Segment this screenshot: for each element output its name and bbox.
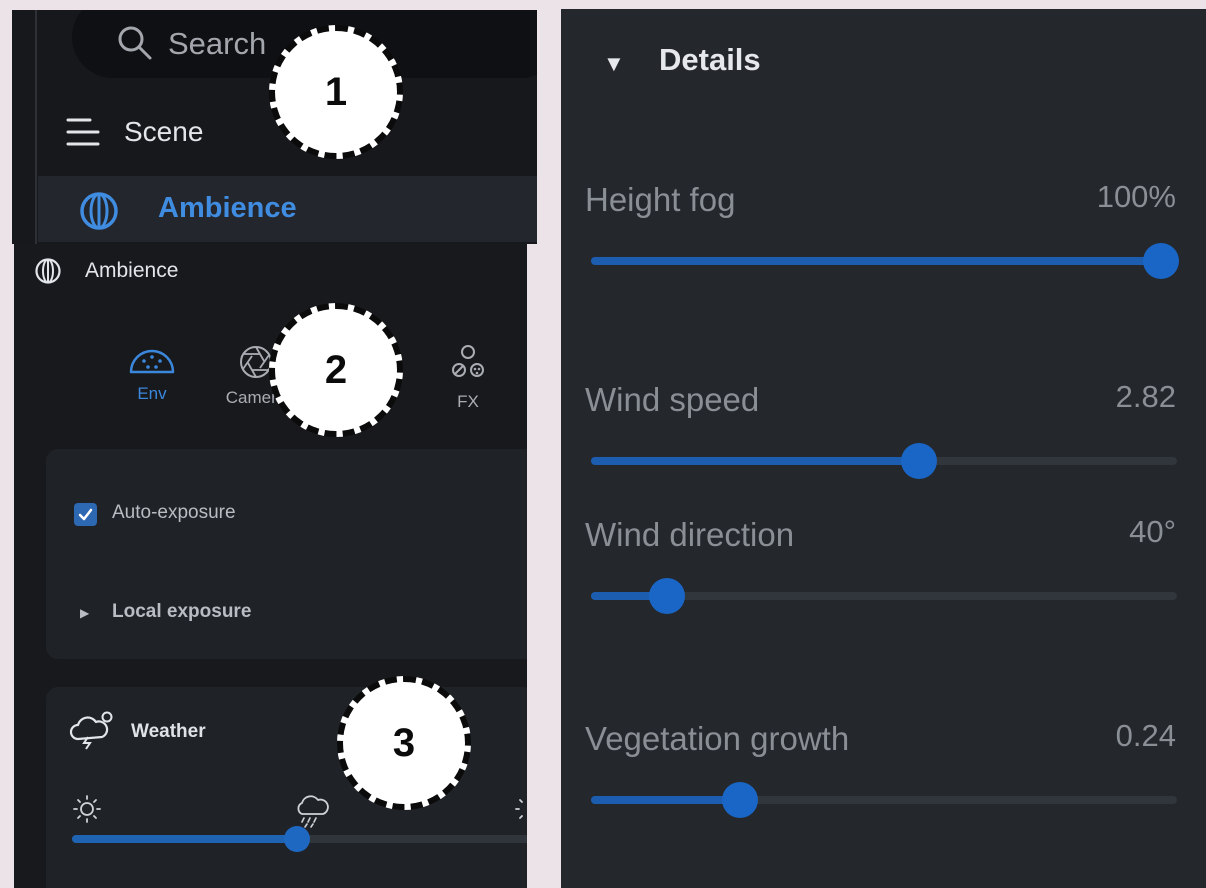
slider-thumb[interactable] xyxy=(649,578,685,614)
slider-value: 100% xyxy=(1096,179,1176,214)
slider-fill xyxy=(591,592,657,600)
tab-fx[interactable]: FX xyxy=(428,344,508,424)
check-icon xyxy=(78,508,93,521)
slider-thumb[interactable] xyxy=(901,443,937,479)
sun-icon[interactable] xyxy=(72,794,102,824)
panel-title: Ambience xyxy=(85,259,179,282)
search-placeholder[interactable]: Search xyxy=(168,26,266,62)
weather-title: Weather xyxy=(131,721,206,742)
nav-item-ambience-label[interactable]: Ambience xyxy=(158,192,297,225)
divider xyxy=(35,10,37,244)
tab-env-label[interactable]: Env xyxy=(112,384,192,404)
search-icon[interactable] xyxy=(115,23,155,63)
slider-thumb[interactable] xyxy=(1143,243,1179,279)
storm-cloud-icon[interactable] xyxy=(294,794,330,828)
weather-slider-fill xyxy=(72,835,297,843)
slider-label: Wind direction xyxy=(585,516,795,553)
nav-item-scene[interactable]: Scene xyxy=(124,116,203,148)
details-panel: ▼ Details Height fog 100% Wind speed 2.82 Wi… xyxy=(561,9,1206,888)
slider-value: 2.82 xyxy=(1115,379,1176,414)
slider-label: Vegetation growth xyxy=(585,720,850,757)
slider-fill xyxy=(591,257,1167,265)
step-badge-3: 3 xyxy=(337,676,471,810)
details-title[interactable]: Details xyxy=(659,42,761,78)
globe-icon xyxy=(80,192,118,230)
slider-thumb[interactable] xyxy=(722,782,758,818)
globe-icon xyxy=(35,258,61,284)
weather-cloud-icon xyxy=(69,711,113,750)
local-exposure-label[interactable]: Local exposure xyxy=(112,601,251,623)
tab-fx-label[interactable]: FX xyxy=(428,392,508,412)
collapse-triangle-icon[interactable]: ▼ xyxy=(603,51,625,77)
sun-icon[interactable] xyxy=(514,794,527,824)
expand-arrow-icon[interactable]: ▶ xyxy=(80,606,89,620)
step-badge-2: 2 xyxy=(269,303,403,437)
slider-label: Wind speed xyxy=(585,381,760,418)
tab-env[interactable]: Env xyxy=(112,344,192,424)
gauge-icon xyxy=(129,349,175,374)
menu-icon[interactable] xyxy=(64,115,102,149)
navigation-panel: Search Scene Ambience xyxy=(12,10,537,244)
slider-label: Height fog xyxy=(585,181,736,218)
slider-value: 0.24 xyxy=(1115,718,1176,753)
slider-fill xyxy=(591,457,909,465)
auto-exposure-checkbox[interactable] xyxy=(74,503,97,526)
slider-value: 40° xyxy=(1129,514,1176,549)
slider-fill xyxy=(591,796,730,804)
weather-slider-thumb[interactable] xyxy=(284,826,310,852)
exposure-card xyxy=(46,449,527,659)
auto-exposure-label[interactable]: Auto-exposure xyxy=(112,502,236,524)
step-badge-1: 1 xyxy=(269,25,403,159)
particles-icon xyxy=(452,345,484,377)
